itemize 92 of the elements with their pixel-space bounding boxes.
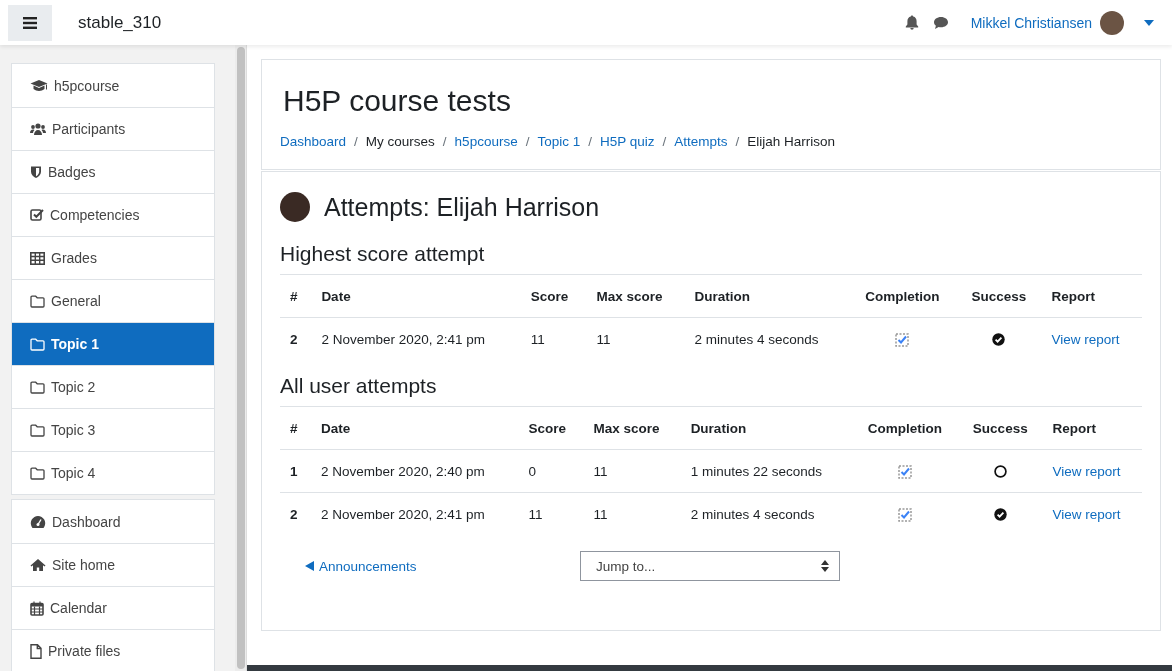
table-cell: 11 (520, 317, 587, 360)
breadcrumb-separator: / (442, 134, 447, 149)
column-header: Completion (851, 406, 958, 450)
left-triangle-icon (305, 561, 314, 571)
folder-icon (30, 466, 45, 480)
table-cell: 11 (518, 492, 584, 535)
breadcrumb-separator: / (662, 134, 667, 149)
house-icon (30, 558, 46, 572)
view-report-link[interactable]: View report (1051, 331, 1120, 347)
sidebar-item[interactable]: Topic 1 (12, 322, 214, 365)
table-cell: 1 minutes 22 seconds (680, 449, 852, 493)
table-cell: 11 (583, 449, 681, 493)
table-cell: 2 minutes 4 seconds (680, 492, 852, 535)
user-avatar[interactable] (1100, 10, 1124, 35)
table-cell: 2 (280, 492, 312, 535)
breadcrumb-link[interactable]: H5P quiz (599, 134, 655, 149)
column-header: Duration (680, 406, 852, 450)
attempts-title: Attempts: Elijah Harrison (324, 192, 600, 222)
calendar-icon (30, 600, 44, 616)
site-name[interactable]: stable_310 (78, 12, 162, 33)
column-header: Report (1041, 274, 1142, 318)
sidebar-item[interactable]: h5pcourse (12, 64, 214, 107)
column-header: # (280, 274, 312, 318)
jump-to-select[interactable]: Jump to... (580, 551, 840, 581)
column-header: Date (311, 274, 521, 318)
sidebar-item[interactable]: Topic 2 (12, 365, 214, 408)
column-header: # (280, 406, 312, 450)
breadcrumb-separator: / (735, 134, 740, 149)
column-header: Score (520, 274, 587, 318)
user-name[interactable]: Mikkel Christiansen (970, 14, 1092, 31)
gauge-icon (30, 514, 46, 529)
folder-icon (30, 294, 45, 308)
section-heading: Highest score attempt (280, 242, 486, 266)
sidebar-item[interactable]: Site home (12, 543, 214, 586)
file-icon (30, 643, 42, 659)
column-header: Duration (684, 274, 849, 318)
table-cell: 1 (280, 449, 312, 493)
menu-icon (23, 16, 37, 29)
caret-icon[interactable] (1144, 19, 1154, 26)
breadcrumb-link[interactable]: Dashboard (280, 134, 347, 149)
view-report-link[interactable]: View report (1052, 463, 1121, 479)
sidebar-item[interactable]: Dashboard (12, 500, 214, 543)
breadcrumb-link[interactable]: h5pcourse (454, 134, 518, 149)
user-avatar (280, 192, 310, 222)
column-header: Date (311, 406, 519, 450)
section-heading: All user attempts (280, 374, 438, 398)
table-cell: 11 (586, 317, 685, 360)
column-header: Success (956, 274, 1042, 318)
table-cell: 11 (583, 492, 681, 535)
breadcrumb-separator: / (588, 134, 592, 149)
folder-icon (30, 423, 45, 437)
graduation-cap-icon (30, 78, 48, 93)
previous-activity-link[interactable]: Announcements (305, 558, 580, 574)
breadcrumb-text: Elijah Harrison (747, 134, 836, 149)
sidebar-item[interactable]: Private files (12, 629, 214, 671)
breadcrumb-text: My courses (365, 134, 435, 149)
table-cell: 2 (280, 317, 312, 360)
menu-button[interactable] (8, 4, 52, 41)
sort-arrows-icon (821, 560, 829, 572)
page-title: H5P course tests (282, 84, 512, 118)
scrollbar[interactable] (235, 45, 247, 671)
breadcrumb-separator: / (354, 134, 358, 149)
table-cell: 2 November 2020, 2:40 pm (311, 449, 519, 493)
column-header: Completion (848, 274, 957, 318)
sidebar-item[interactable]: Topic 3 (12, 408, 214, 451)
breadcrumb-link[interactable]: Attempts (674, 134, 728, 149)
shield-icon (30, 165, 42, 179)
sidebar-item[interactable]: Grades (12, 236, 214, 279)
breadcrumb-separator: / (525, 134, 530, 149)
breadcrumb-link[interactable]: Topic 1 (537, 134, 581, 149)
sidebar-item[interactable]: Topic 4 (12, 451, 214, 494)
sidebar-item[interactable]: Calendar (12, 586, 214, 629)
table-cell: 2 November 2020, 2:41 pm (311, 492, 519, 535)
sidebar-item[interactable]: Participants (12, 107, 214, 150)
chat-bubble-icon[interactable] (932, 15, 949, 30)
table-cell: 2 minutes 4 seconds (684, 317, 849, 360)
sidebar-item[interactable]: Competencies (12, 193, 214, 236)
folder-icon (30, 337, 45, 351)
table-cell: 0 (518, 449, 584, 493)
column-header: Report (1042, 406, 1142, 450)
column-header: Max score (583, 406, 681, 450)
column-header: Success (958, 406, 1043, 450)
table-cell: 2 November 2020, 2:41 pm (311, 317, 521, 360)
people-icon (30, 122, 46, 136)
folder-icon (30, 380, 45, 394)
sidebar-item[interactable]: Badges (12, 150, 214, 193)
table-icon (30, 251, 45, 265)
column-header: Score (518, 406, 584, 450)
checkbox-icon (30, 208, 44, 222)
column-header: Max score (586, 274, 685, 318)
view-report-link[interactable]: View report (1052, 506, 1121, 522)
bell-icon[interactable] (904, 15, 919, 30)
